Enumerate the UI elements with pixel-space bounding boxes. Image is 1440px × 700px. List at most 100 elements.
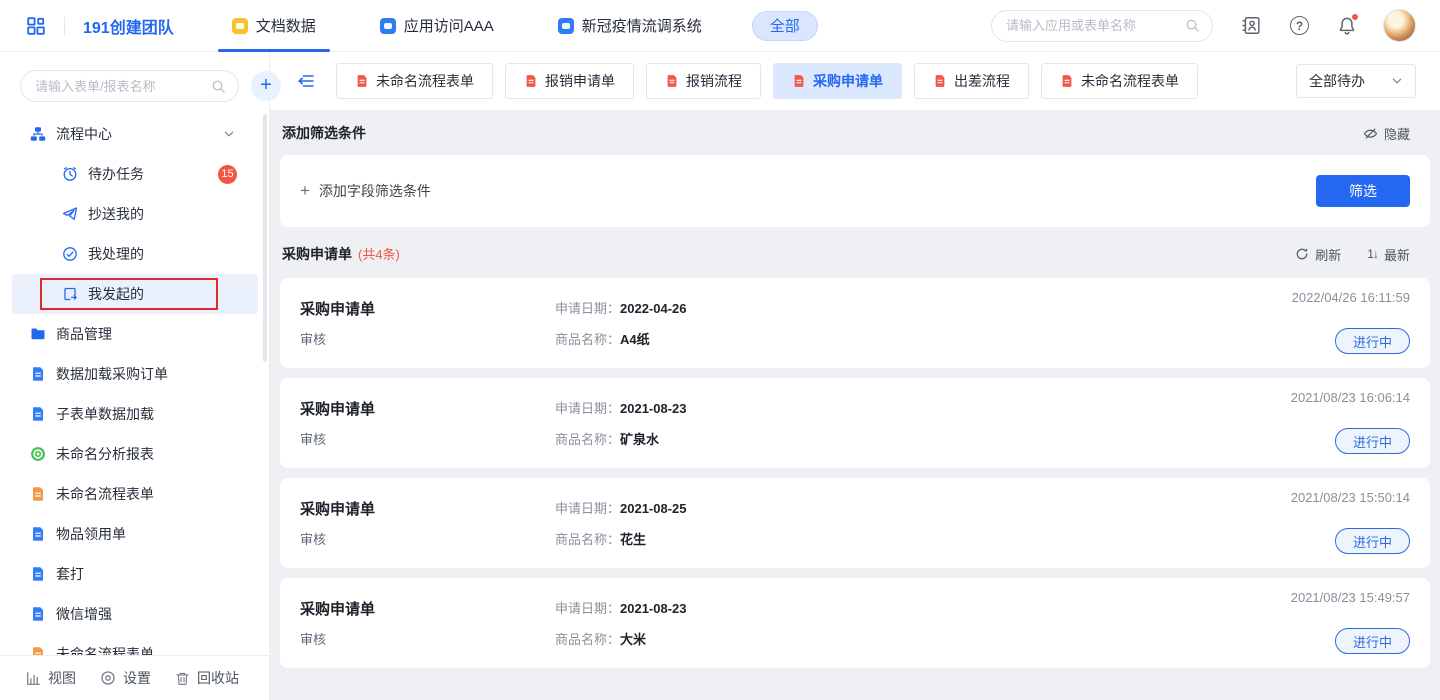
chevron-down-icon[interactable] bbox=[223, 128, 235, 140]
form-tab-purchase-request[interactable]: 采购申请单 bbox=[773, 63, 902, 99]
add-filter-field-label: 添加字段筛选条件 bbox=[319, 181, 431, 201]
status-badge[interactable]: 进行中 bbox=[1335, 628, 1410, 654]
sidebar-item-unnamed-report[interactable]: 未命名分析报表 bbox=[0, 434, 269, 474]
eye-off-icon bbox=[1363, 126, 1378, 141]
request-card[interactable]: 采购申请单 审核 申请日期：2021-08-25 商品名称：花生 2021/08… bbox=[280, 478, 1430, 568]
refresh-button[interactable]: 刷新 bbox=[1295, 245, 1341, 264]
sidebar-item-print-template[interactable]: 套打 bbox=[0, 554, 269, 594]
help-icon[interactable]: ? bbox=[1290, 16, 1309, 35]
views-button[interactable]: 视图 bbox=[26, 668, 76, 688]
request-card[interactable]: 采购申请单 审核 申请日期：2022-04-26 商品名称：A4纸 2022/0… bbox=[280, 278, 1430, 368]
scope-select-value: 全部待办 bbox=[1309, 71, 1365, 91]
footer-label: 视图 bbox=[48, 668, 76, 688]
all-apps-pill[interactable]: 全部 bbox=[752, 11, 818, 41]
sidebar-item-label: 未命名分析报表 bbox=[56, 444, 154, 464]
list-count: (共4条) bbox=[358, 244, 400, 263]
doc-icon bbox=[30, 606, 46, 622]
status-badge[interactable]: 进行中 bbox=[1335, 528, 1410, 554]
doc-icon bbox=[1060, 74, 1074, 88]
scope-select[interactable]: 全部待办 bbox=[1296, 64, 1416, 98]
sidebar-item-cc-to-me[interactable]: 抄送我的 bbox=[0, 194, 269, 234]
sidebar-item-todo-tasks[interactable]: 待办任务 15 bbox=[0, 154, 269, 194]
search-icon bbox=[211, 79, 226, 94]
notification-bell-icon[interactable] bbox=[1337, 16, 1357, 36]
chevron-down-icon bbox=[1391, 75, 1403, 87]
form-search-input[interactable] bbox=[35, 79, 211, 94]
filter-section-title: 添加筛选条件 bbox=[282, 123, 366, 143]
add-form-button[interactable]: + bbox=[251, 71, 281, 101]
card-title: 采购申请单 bbox=[300, 298, 555, 319]
sidebar-item-label: 抄送我的 bbox=[88, 204, 144, 224]
contacts-icon[interactable] bbox=[1241, 15, 1262, 36]
app-tabs: 文档数据 应用访问AAA 新冠疫情流调系统 bbox=[218, 0, 752, 52]
hide-filter-toggle[interactable]: 隐藏 bbox=[1363, 124, 1428, 143]
check-circle-icon bbox=[62, 246, 78, 262]
form-tab-unnamed-2[interactable]: 未命名流程表单 bbox=[1041, 63, 1198, 99]
refresh-label: 刷新 bbox=[1315, 245, 1341, 264]
sidebar-item-initiated-by-me[interactable]: 我发起的 bbox=[12, 274, 258, 314]
app-tab-covid[interactable]: 新冠疫情流调系统 bbox=[544, 0, 716, 52]
sort-label: 最新 bbox=[1384, 245, 1410, 264]
sidebar-item-data-load-purchase-order[interactable]: 数据加载采购订单 bbox=[0, 354, 269, 394]
settings-button[interactable]: 设置 bbox=[100, 668, 151, 688]
sidebar-item-wechat-enhance[interactable]: 微信增强 bbox=[0, 594, 269, 634]
card-timestamp: 2021/08/23 16:06:14 bbox=[1291, 390, 1410, 405]
sidebar-item-product-management[interactable]: 商品管理 bbox=[0, 314, 269, 354]
card-title: 采购申请单 bbox=[300, 498, 555, 519]
doc-icon bbox=[30, 646, 46, 655]
date-label: 申请日期： bbox=[555, 601, 620, 616]
card-timestamp: 2021/08/23 15:50:14 bbox=[1291, 490, 1410, 505]
app-tab-access[interactable]: 应用访问AAA bbox=[366, 0, 508, 52]
sidebar-item-label: 物品领用单 bbox=[56, 524, 126, 544]
date-value: 2021-08-23 bbox=[620, 601, 687, 616]
card-timestamp: 2021/08/23 15:49:57 bbox=[1291, 590, 1410, 605]
product-value: 大米 bbox=[620, 632, 646, 647]
product-value: A4纸 bbox=[620, 332, 650, 347]
list-title: 采购申请单 bbox=[282, 244, 352, 264]
recycle-bin-button[interactable]: 回收站 bbox=[175, 668, 239, 688]
form-search[interactable] bbox=[20, 70, 239, 102]
app-icon-blue bbox=[380, 18, 396, 34]
status-badge[interactable]: 进行中 bbox=[1335, 428, 1410, 454]
form-tab-reimburse-flow[interactable]: 报销流程 bbox=[646, 63, 761, 99]
app-tab-label: 文档数据 bbox=[256, 15, 316, 36]
collapse-sidebar-icon[interactable] bbox=[296, 71, 316, 91]
date-value: 2021-08-23 bbox=[620, 401, 687, 416]
trash-icon bbox=[175, 671, 190, 686]
filter-button[interactable]: 筛选 bbox=[1316, 175, 1410, 207]
product-label: 商品名称： bbox=[555, 432, 620, 447]
form-tab-label: 报销流程 bbox=[686, 71, 742, 91]
sidebar-item-clipped[interactable]: 未命名流程表单 bbox=[0, 634, 269, 655]
global-search-input[interactable] bbox=[1006, 18, 1185, 33]
form-tab-reimburse-request[interactable]: 报销申请单 bbox=[505, 63, 634, 99]
hide-label: 隐藏 bbox=[1384, 124, 1410, 143]
app-tab-docs[interactable]: 文档数据 bbox=[218, 0, 330, 52]
sidebar-item-item-requisition[interactable]: 物品领用单 bbox=[0, 514, 269, 554]
global-search[interactable] bbox=[991, 10, 1213, 42]
sidebar-footer: 视图 设置 回收站 bbox=[0, 655, 269, 700]
form-tab-unnamed-1[interactable]: 未命名流程表单 bbox=[336, 63, 493, 99]
avatar[interactable] bbox=[1383, 9, 1416, 42]
sidebar-group-process-center[interactable]: 流程中心 bbox=[0, 114, 269, 154]
sidebar-item-unnamed-process-form[interactable]: 未命名流程表单 bbox=[0, 474, 269, 514]
doc-icon bbox=[665, 74, 679, 88]
form-tab-business-trip[interactable]: 出差流程 bbox=[914, 63, 1029, 99]
doc-icon bbox=[30, 406, 46, 422]
status-badge[interactable]: 进行中 bbox=[1335, 328, 1410, 354]
bar-chart-icon bbox=[26, 671, 41, 686]
team-name[interactable]: 191创建团队 bbox=[83, 14, 174, 38]
request-card[interactable]: 采购申请单 审核 申请日期：2021-08-23 商品名称：大米 2021/08… bbox=[280, 578, 1430, 668]
doc-icon bbox=[30, 566, 46, 582]
form-tab-label: 报销申请单 bbox=[545, 71, 615, 91]
sidebar-scrollbar[interactable] bbox=[263, 114, 267, 362]
form-tab-label: 出差流程 bbox=[954, 71, 1010, 91]
sort-button[interactable]: 1↓ 最新 bbox=[1367, 245, 1410, 264]
apps-grid-icon[interactable] bbox=[26, 16, 46, 36]
sidebar-item-subform-data-load[interactable]: 子表单数据加载 bbox=[0, 394, 269, 434]
sidebar-item-handled-by-me[interactable]: 我处理的 bbox=[0, 234, 269, 274]
main-area: 未命名流程表单 报销申请单 报销流程 采购申请单 出差流程 未命名流程表单 bbox=[270, 52, 1440, 700]
folder-icon bbox=[30, 326, 46, 342]
sidebar-tree: 流程中心 待办任务 15 抄送我的 我处理的 我发起的 bbox=[0, 114, 269, 655]
add-filter-field-button[interactable]: + 添加字段筛选条件 bbox=[300, 181, 431, 201]
request-card[interactable]: 采购申请单 审核 申请日期：2021-08-23 商品名称：矿泉水 2021/0… bbox=[280, 378, 1430, 468]
